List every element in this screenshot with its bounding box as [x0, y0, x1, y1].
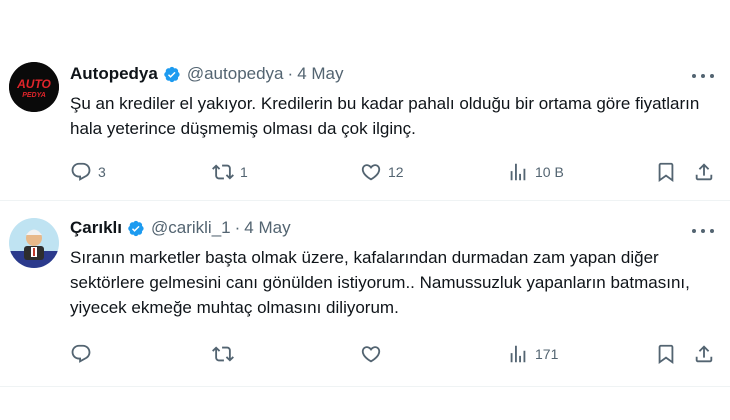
- views-button[interactable]: 10 B: [507, 159, 564, 185]
- like-button[interactable]: [360, 341, 388, 367]
- views-icon: [510, 163, 526, 181]
- more-icon[interactable]: [692, 227, 714, 235]
- view-count: 10 B: [535, 164, 564, 180]
- share-button[interactable]: [693, 341, 715, 367]
- avatar[interactable]: AUTO PEDYA: [9, 62, 59, 112]
- tweet-divider: [0, 386, 730, 387]
- reply-button[interactable]: 3: [70, 159, 106, 185]
- reply-button[interactable]: [70, 341, 98, 367]
- bookmark-icon: [658, 344, 674, 365]
- bookmark-button[interactable]: [655, 159, 677, 185]
- display-name[interactable]: Çarıklı: [70, 218, 122, 238]
- tweet-carikli[interactable]: Çarıklı @carikli_1 · 4 May Sıranın marke…: [0, 201, 730, 381]
- share-icon: [695, 345, 713, 363]
- tweet-actions: 171: [66, 341, 720, 367]
- tweet-text: Sıranın marketler başta olmak üzere, kaf…: [70, 248, 690, 317]
- timestamp[interactable]: 4 May: [244, 218, 290, 238]
- separator-dot: ·: [234, 218, 241, 237]
- like-count: 12: [388, 164, 404, 180]
- handle[interactable]: @carikli_1: [151, 218, 231, 238]
- like-button[interactable]: 12: [360, 159, 404, 185]
- bookmark-icon: [658, 162, 674, 183]
- views-icon: [510, 345, 526, 363]
- tweet-header: Çarıklı @carikli_1 · 4 May: [70, 218, 291, 238]
- share-button[interactable]: [693, 159, 715, 185]
- more-icon[interactable]: [692, 72, 714, 80]
- timestamp[interactable]: 4 May: [297, 64, 343, 84]
- avatar-logo-text-top: AUTO: [16, 77, 51, 91]
- share-icon: [695, 163, 713, 181]
- like-icon: [361, 346, 381, 363]
- tweet-autopedya[interactable]: AUTO PEDYA Autopedya @autopedya · 4 May …: [0, 44, 730, 200]
- verified-badge-icon[interactable]: [126, 219, 145, 238]
- repost-button[interactable]: 1: [212, 159, 248, 185]
- repost-button[interactable]: [212, 341, 240, 367]
- separator-dot: ·: [287, 64, 294, 83]
- tweet-header: Autopedya @autopedya · 4 May: [70, 64, 343, 84]
- repost-icon: [212, 346, 234, 362]
- repost-count: 1: [240, 164, 248, 180]
- reply-icon: [71, 344, 91, 363]
- verified-badge-icon[interactable]: [162, 65, 181, 84]
- repost-icon: [212, 164, 234, 180]
- avatar[interactable]: [9, 218, 59, 268]
- handle[interactable]: @autopedya: [187, 64, 284, 84]
- bookmark-button[interactable]: [655, 341, 677, 367]
- display-name[interactable]: Autopedya: [70, 64, 158, 84]
- view-count: 171: [535, 346, 559, 362]
- reply-count: 3: [98, 164, 106, 180]
- reply-icon: [71, 162, 91, 181]
- like-icon: [361, 164, 381, 181]
- tweet-actions: 3 1 12 10 B: [66, 159, 720, 185]
- avatar-logo-text-bottom: PEDYA: [22, 92, 46, 99]
- views-button[interactable]: 171: [507, 341, 558, 367]
- tweet-text: Şu an krediler el yakıyor. Kredilerin bu…: [70, 94, 700, 138]
